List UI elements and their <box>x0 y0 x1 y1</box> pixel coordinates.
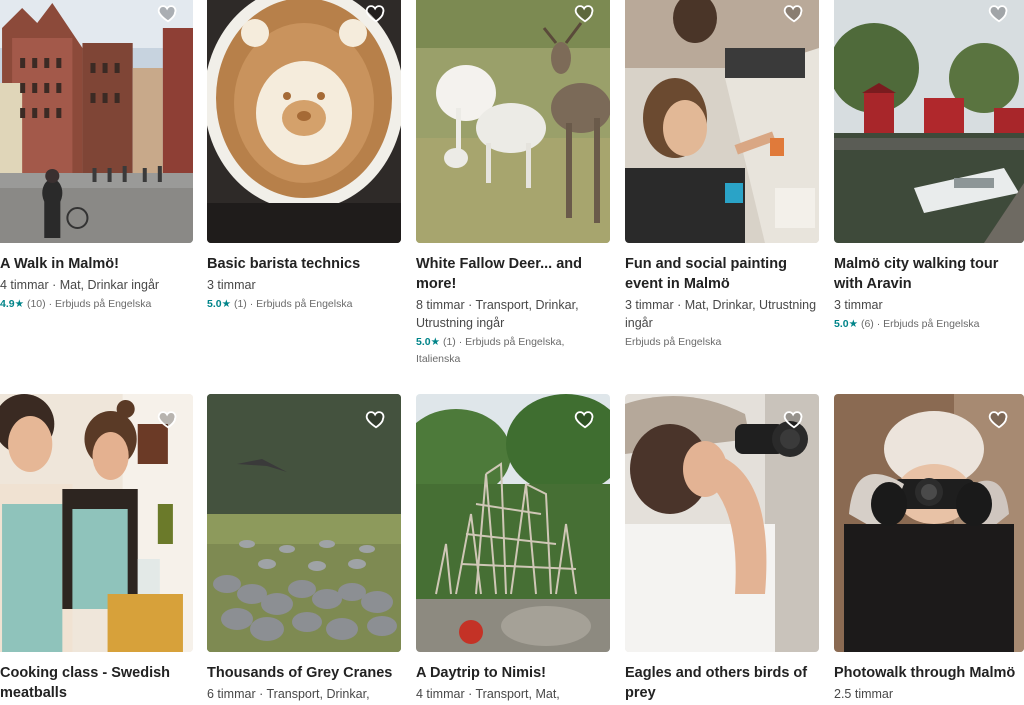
review-count: (1) <box>233 298 247 310</box>
rating-line: 4.9★ (10) · Erbjuds på Engelska <box>0 296 193 313</box>
experience-photo[interactable] <box>0 394 193 652</box>
star-icon: ★ <box>430 336 441 348</box>
rating-line: 5.0★ (1) · Erbjuds på Engelska, Italiens… <box>416 334 610 368</box>
rating-line: 5.0★ (1) · Erbjuds på Engelska <box>207 296 401 313</box>
experience-title[interactable]: Cooking class - Swedish meatballs <box>0 663 193 703</box>
experience-title[interactable]: Eagles and others birds of prey <box>625 663 819 703</box>
experience-title[interactable]: Malmö city walking tour with Aravin <box>834 254 1024 294</box>
save-heart-icon[interactable] <box>365 408 387 430</box>
rating-score: 5.0 <box>416 336 431 348</box>
experience-title[interactable]: Basic barista technics <box>207 254 401 274</box>
review-count: (6) <box>860 318 874 330</box>
experience-photo[interactable] <box>834 394 1024 652</box>
deer-field-photo <box>416 0 610 243</box>
rating-score: 4.9 <box>0 298 15 310</box>
rating-line: 5.0★ (6) · Erbjuds på Engelska <box>834 316 1024 333</box>
languages-text: Erbjuds på Engelska <box>625 336 722 348</box>
experience-card[interactable]: Cooking class - Swedish meatballs <box>0 394 193 703</box>
experience-card[interactable]: Malmö city walking tour with Aravin 3 ti… <box>834 0 1024 333</box>
latte-art-photo <box>207 0 401 243</box>
experience-card[interactable]: Thousands of Grey Cranes 6 timmar · Tran… <box>207 394 401 703</box>
cooking-class-photo <box>0 394 193 652</box>
experience-photo[interactable] <box>0 0 193 243</box>
experience-card[interactable]: A Daytrip to Nimis! 4 timmar · Transport… <box>416 394 610 703</box>
experience-title[interactable]: Photowalk through Malmö <box>834 663 1024 683</box>
experience-title[interactable]: Fun and social painting event in Malmö <box>625 254 819 294</box>
rating-score: 5.0 <box>207 298 222 310</box>
painting-class-photo <box>625 0 819 243</box>
experience-title[interactable]: A Daytrip to Nimis! <box>416 663 610 683</box>
experience-card[interactable]: Fun and social painting event in Malmö 3… <box>625 0 819 351</box>
save-heart-icon[interactable] <box>988 2 1010 24</box>
languages-text: · Erbjuds på Engelska <box>876 318 980 330</box>
save-heart-icon[interactable] <box>157 408 179 430</box>
experience-photo[interactable] <box>207 0 401 243</box>
save-heart-icon[interactable] <box>783 408 805 430</box>
experience-photo[interactable] <box>207 394 401 652</box>
experience-meta: 8 timmar · Transport, Drinkar, Utrustnin… <box>416 298 579 330</box>
experience-meta: 3 timmar <box>834 298 883 312</box>
nimis-sculpture-photo <box>416 394 610 652</box>
experience-photo[interactable] <box>625 0 819 243</box>
experience-card[interactable]: Basic barista technics 3 timmar 5.0★ (1)… <box>207 0 401 313</box>
harbor-houses-photo <box>834 0 1024 243</box>
experience-photo[interactable] <box>625 394 819 652</box>
rating-line: Erbjuds på Engelska <box>625 334 819 351</box>
star-icon: ★ <box>14 298 25 310</box>
save-heart-icon[interactable] <box>365 2 387 24</box>
experience-meta: 3 timmar <box>207 278 256 292</box>
save-heart-icon[interactable] <box>574 2 596 24</box>
city-street-photo <box>0 0 193 243</box>
photographer-woman-photo <box>625 394 819 652</box>
experience-meta: 3 timmar · Mat, Drinkar, Utrustning ingå… <box>625 298 817 330</box>
experience-photo[interactable] <box>416 394 610 652</box>
experience-card[interactable]: White Fallow Deer... and more! 8 timmar … <box>416 0 610 368</box>
experience-meta: 6 timmar · Transport, Drinkar, <box>207 687 370 701</box>
experience-card[interactable]: A Walk in Malmö! 4 timmar · Mat, Drinkar… <box>0 0 193 313</box>
experience-card[interactable]: Photowalk through Malmö 2.5 timmar <box>834 394 1024 703</box>
experience-photo[interactable] <box>416 0 610 243</box>
save-heart-icon[interactable] <box>783 2 805 24</box>
experience-title[interactable]: White Fallow Deer... and more! <box>416 254 610 294</box>
save-heart-icon[interactable] <box>157 2 179 24</box>
review-count: (10) <box>26 298 46 310</box>
languages-text: · Erbjuds på Engelska <box>48 298 152 310</box>
experience-meta: 2.5 timmar <box>834 687 894 701</box>
experience-photo[interactable] <box>834 0 1024 243</box>
experience-title[interactable]: A Walk in Malmö! <box>0 254 193 274</box>
experience-meta: 4 timmar · Mat, Drinkar ingår <box>0 278 160 292</box>
save-heart-icon[interactable] <box>574 408 596 430</box>
photowalk-photo <box>834 394 1024 652</box>
experience-grid: A Walk in Malmö! 4 timmar · Mat, Drinkar… <box>0 0 1024 705</box>
star-icon: ★ <box>221 298 232 310</box>
experience-meta: 4 timmar · Transport, Mat, <box>416 687 560 701</box>
experience-card[interactable]: Eagles and others birds of prey <box>625 394 819 703</box>
languages-text: · Erbjuds på Engelska <box>249 298 353 310</box>
save-heart-icon[interactable] <box>988 408 1010 430</box>
star-icon: ★ <box>848 318 859 330</box>
review-count: (1) <box>442 336 456 348</box>
grey-cranes-photo <box>207 394 401 652</box>
experience-title[interactable]: Thousands of Grey Cranes <box>207 663 401 683</box>
rating-score: 5.0 <box>834 318 849 330</box>
